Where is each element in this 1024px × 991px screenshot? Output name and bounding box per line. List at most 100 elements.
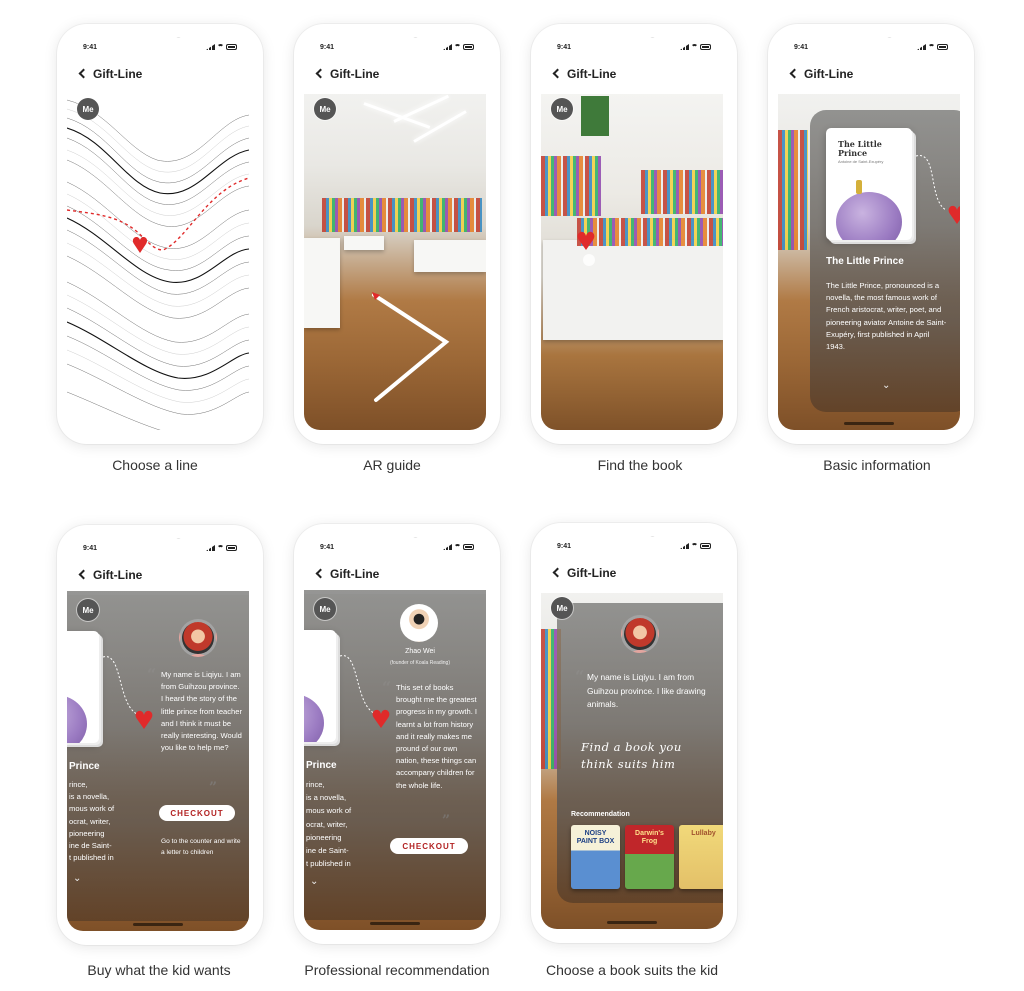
rec-book-title: Lullaby xyxy=(691,830,716,837)
caption-pro-recommendation: Professional recommendation xyxy=(304,962,490,978)
signal-icon xyxy=(206,545,215,551)
recommendation-label: Recommendation xyxy=(571,811,630,818)
me-badge[interactable]: Me xyxy=(77,599,99,621)
nav-header: Gift-Line xyxy=(778,56,960,94)
signal-icon xyxy=(443,544,452,550)
signal-icon xyxy=(206,44,215,50)
wifi-icon xyxy=(217,44,224,50)
heart-marker-icon[interactable] xyxy=(135,710,153,729)
battery-icon xyxy=(226,44,237,50)
expert-message: This set of books brought me the greates… xyxy=(396,683,478,790)
book-title: The Little Prince xyxy=(826,256,904,267)
rec-book-1[interactable]: NOISY PAINT BOX xyxy=(571,825,620,889)
signal-icon xyxy=(680,44,689,50)
caption-choose-line: Choose a line xyxy=(112,457,198,473)
caption-basic-info: Basic information xyxy=(823,457,931,473)
phone-find-book: 9:41 Gift-Line Me xyxy=(531,24,737,444)
wifi-icon xyxy=(691,543,698,549)
me-badge[interactable]: Me xyxy=(314,598,336,620)
status-time: 9:41 xyxy=(794,44,809,51)
caption-ar-guide: AR guide xyxy=(363,457,421,473)
line-canvas[interactable]: Me xyxy=(67,90,249,430)
phone-pro-recommendation: 9:41 Gift-Line Prince rince, is a novell… xyxy=(294,524,500,944)
kid-message: My name is Liqiyu. I am from Guihzou pro… xyxy=(587,672,706,710)
app-title: Gift-Line xyxy=(330,567,380,581)
screen: 9:41 Gift-Line The Little Prince Antoine… xyxy=(778,38,960,430)
expert-role: (founder of Koala Reading) xyxy=(389,660,451,666)
home-indicator xyxy=(370,922,420,925)
back-icon[interactable] xyxy=(78,569,89,580)
phone-buy-kid-wants: 9:41 Gift-Line Prince rince, is a novell… xyxy=(57,525,263,945)
expand-icon[interactable]: ⌄ xyxy=(882,380,890,391)
phone-basic-info: 9:41 Gift-Line The Little Prince Antoine… xyxy=(768,24,974,444)
back-icon[interactable] xyxy=(78,68,89,79)
kid-avatar xyxy=(621,615,659,653)
checkout-button[interactable]: CHECKOUT xyxy=(390,838,468,854)
back-icon[interactable] xyxy=(552,567,563,578)
nav-header: Gift-Line xyxy=(304,556,486,594)
back-icon[interactable] xyxy=(315,568,326,579)
status-bar: 9:41 xyxy=(541,539,723,553)
app-title: Gift-Line xyxy=(567,67,617,81)
nav-header: Gift-Line xyxy=(67,557,249,595)
ar-arrow xyxy=(372,292,450,402)
rec-book-title: Darwin's Frog xyxy=(635,830,664,845)
kid-message: My name is Liqiyu. I am from Guihzou pro… xyxy=(161,670,243,753)
screen: 9:41 Gift-Line Prince rince, is a novell… xyxy=(67,539,249,931)
status-bar: 9:41 xyxy=(67,541,249,555)
me-badge[interactable]: Me xyxy=(314,98,336,120)
battery-icon xyxy=(226,545,237,551)
ar-camera-view: The Little Prince Antoine de Saint-Exupé… xyxy=(778,90,960,430)
wifi-icon xyxy=(691,44,698,50)
screen: 9:41 Gift-Line Me xyxy=(67,38,249,430)
nav-header: Gift-Line xyxy=(541,555,723,593)
checkout-button[interactable]: CHECKOUT xyxy=(159,805,235,821)
status-time: 9:41 xyxy=(557,44,572,51)
app-title: Gift-Line xyxy=(567,566,617,580)
battery-icon xyxy=(700,543,711,549)
heart-marker[interactable] xyxy=(541,90,723,430)
back-icon[interactable] xyxy=(552,68,563,79)
screen: 9:41 Gift-Line Me xyxy=(541,38,723,430)
me-badge[interactable]: Me xyxy=(551,98,573,120)
heart-marker-icon[interactable] xyxy=(577,231,595,250)
phone-ar-guide: 9:41 Gift-Line Me xyxy=(294,24,500,444)
wifi-icon xyxy=(454,44,461,50)
me-badge[interactable]: Me xyxy=(551,597,573,619)
status-bar: 9:41 xyxy=(304,540,486,554)
me-badge[interactable]: Me xyxy=(77,98,99,120)
status-time: 9:41 xyxy=(83,545,98,552)
screen: 9:41 Gift-Line Me xyxy=(304,38,486,430)
back-icon[interactable] xyxy=(315,68,326,79)
line-field[interactable] xyxy=(67,90,249,430)
status-bar: 9:41 xyxy=(778,40,960,54)
ar-camera-view: Prince rince, is a novella, mous work of… xyxy=(304,590,486,930)
caption-find-book: Find the book xyxy=(597,457,683,473)
rec-book-2[interactable]: Darwin's Frog xyxy=(625,825,674,889)
app-title: Gift-Line xyxy=(93,568,143,582)
phone-choose-book: 9:41 Gift-Line “ My name is Liqiyu. I am… xyxy=(531,523,737,943)
checkout-hint: Go to the counter and write a letter to … xyxy=(161,838,241,856)
back-icon[interactable] xyxy=(789,68,800,79)
signal-icon xyxy=(680,543,689,549)
heart-marker-icon[interactable] xyxy=(948,205,960,224)
status-bar: 9:41 xyxy=(541,40,723,54)
ar-camera-view: Me xyxy=(541,90,723,430)
rec-book-title: NOISY PAINT BOX xyxy=(576,830,615,845)
screen: 9:41 Gift-Line “ My name is Liqiyu. I am… xyxy=(541,537,723,929)
status-time: 9:41 xyxy=(557,543,572,550)
wifi-icon xyxy=(928,44,935,50)
nav-header: Gift-Line xyxy=(304,56,486,94)
ar-camera-view: Me xyxy=(304,90,486,430)
rec-book-3[interactable]: Lullaby xyxy=(679,825,723,889)
heart-marker-icon[interactable] xyxy=(132,237,148,253)
expert-avatar xyxy=(400,604,438,642)
battery-icon xyxy=(463,44,474,50)
prompt-text: Find a book you think suits him xyxy=(581,740,682,771)
heart-marker-icon[interactable] xyxy=(372,709,390,728)
caption-choose-book: Choose a book suits the kid xyxy=(546,962,718,978)
phone-choose-line: 9:41 Gift-Line Me xyxy=(57,24,263,444)
nav-header: Gift-Line xyxy=(541,56,723,94)
home-indicator xyxy=(133,923,183,926)
wifi-icon xyxy=(454,544,461,550)
